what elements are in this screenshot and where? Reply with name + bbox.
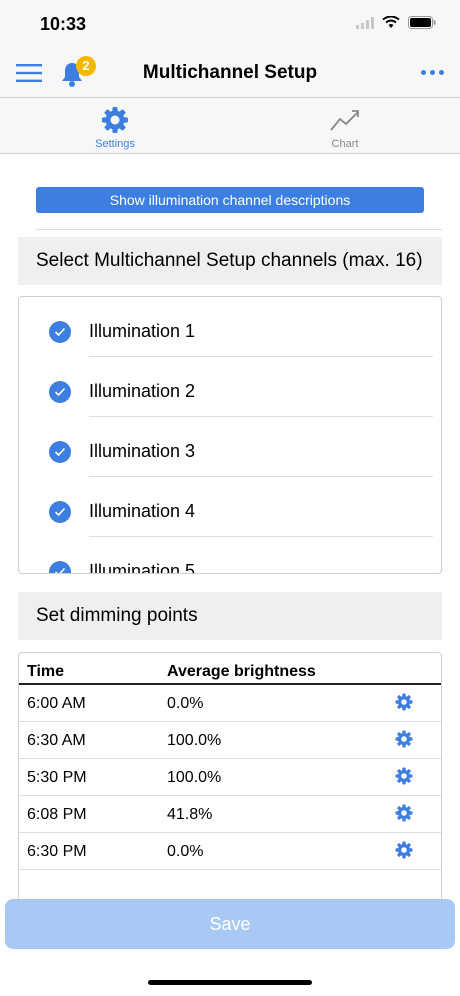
channel-label: Illumination 1 xyxy=(89,321,196,341)
row-time: 5:30 PM xyxy=(27,769,87,786)
checkbox-checked-icon[interactable] xyxy=(49,561,71,573)
nav-bar: 2 Multichannel Setup xyxy=(0,46,460,98)
column-header-time: Time xyxy=(27,663,65,680)
dimming-table[interactable]: Time Average brightness 6:00 AM 0.0% 6:3… xyxy=(18,652,442,902)
home-indicator xyxy=(148,980,312,985)
status-time: 10:33 xyxy=(40,14,87,34)
table-header: Time Average brightness xyxy=(19,653,441,685)
tab-bar: Settings Chart xyxy=(0,98,460,154)
gear-icon[interactable] xyxy=(395,841,413,859)
channel-label: Illumination 3 xyxy=(89,441,196,461)
tab-settings-label: Settings xyxy=(95,138,135,150)
row-time: 6:30 PM xyxy=(27,843,87,860)
tab-settings[interactable]: Settings xyxy=(0,98,230,154)
row-brightness: 100.0% xyxy=(167,769,222,786)
status-icons xyxy=(356,16,436,29)
gear-icon xyxy=(102,107,128,133)
signal-icon xyxy=(356,16,374,29)
battery-icon xyxy=(408,16,436,29)
row-time: 6:08 PM xyxy=(27,806,87,823)
checkbox-checked-icon[interactable] xyxy=(49,381,71,403)
gear-icon[interactable] xyxy=(395,804,413,822)
show-descriptions-button[interactable]: Show illumination channel descriptions xyxy=(36,187,424,213)
table-row[interactable]: 5:30 PM 100.0% xyxy=(19,759,441,796)
table-row[interactable]: 6:00 AM 0.0% xyxy=(19,685,441,722)
chart-line-icon xyxy=(330,110,359,131)
row-brightness: 0.0% xyxy=(167,695,204,712)
gear-icon[interactable] xyxy=(395,693,413,711)
gear-icon[interactable] xyxy=(395,730,413,748)
channel-label: Illumination 2 xyxy=(89,381,196,401)
checkbox-checked-icon[interactable] xyxy=(49,441,71,463)
row-time: 6:00 AM xyxy=(27,695,86,712)
column-header-brightness: Average brightness xyxy=(167,663,316,680)
divider xyxy=(36,229,442,230)
row-brightness: 41.8% xyxy=(167,806,213,823)
row-brightness: 100.0% xyxy=(167,732,222,749)
channel-item[interactable]: Illumination 1 xyxy=(19,297,441,357)
status-bar: 10:33 xyxy=(0,0,460,46)
channels-section-title: Select Multichannel Setup channels (max.… xyxy=(18,237,442,285)
save-button[interactable]: Save xyxy=(5,899,455,949)
tab-chart[interactable]: Chart xyxy=(230,98,460,154)
dimming-section-title: Set dimming points xyxy=(18,592,442,640)
channel-item[interactable]: Illumination 4 xyxy=(19,477,441,537)
table-row[interactable]: 6:08 PM 41.8% xyxy=(19,796,441,833)
channel-item[interactable]: Illumination 3 xyxy=(19,417,441,477)
gear-icon[interactable] xyxy=(395,767,413,785)
tab-chart-label: Chart xyxy=(331,138,359,150)
checkbox-checked-icon[interactable] xyxy=(49,321,71,343)
page-title: Multichannel Setup xyxy=(142,62,318,83)
channel-item[interactable]: Illumination 2 xyxy=(19,357,441,417)
channel-item[interactable]: Illumination 5 xyxy=(19,537,441,574)
channel-label: Illumination 5 xyxy=(89,561,196,574)
checkbox-checked-icon[interactable] xyxy=(49,501,71,523)
row-brightness: 0.0% xyxy=(167,843,204,860)
ellipsis-icon[interactable] xyxy=(421,70,444,75)
wifi-icon xyxy=(382,16,400,28)
table-row[interactable]: 6:30 PM 0.0% xyxy=(19,833,441,870)
row-time: 6:30 AM xyxy=(27,732,86,749)
channel-list[interactable]: Illumination 1 Illumination 2 Illuminati… xyxy=(18,296,442,574)
table-row[interactable]: 6:30 AM 100.0% xyxy=(19,722,441,759)
channel-label: Illumination 4 xyxy=(89,501,196,521)
